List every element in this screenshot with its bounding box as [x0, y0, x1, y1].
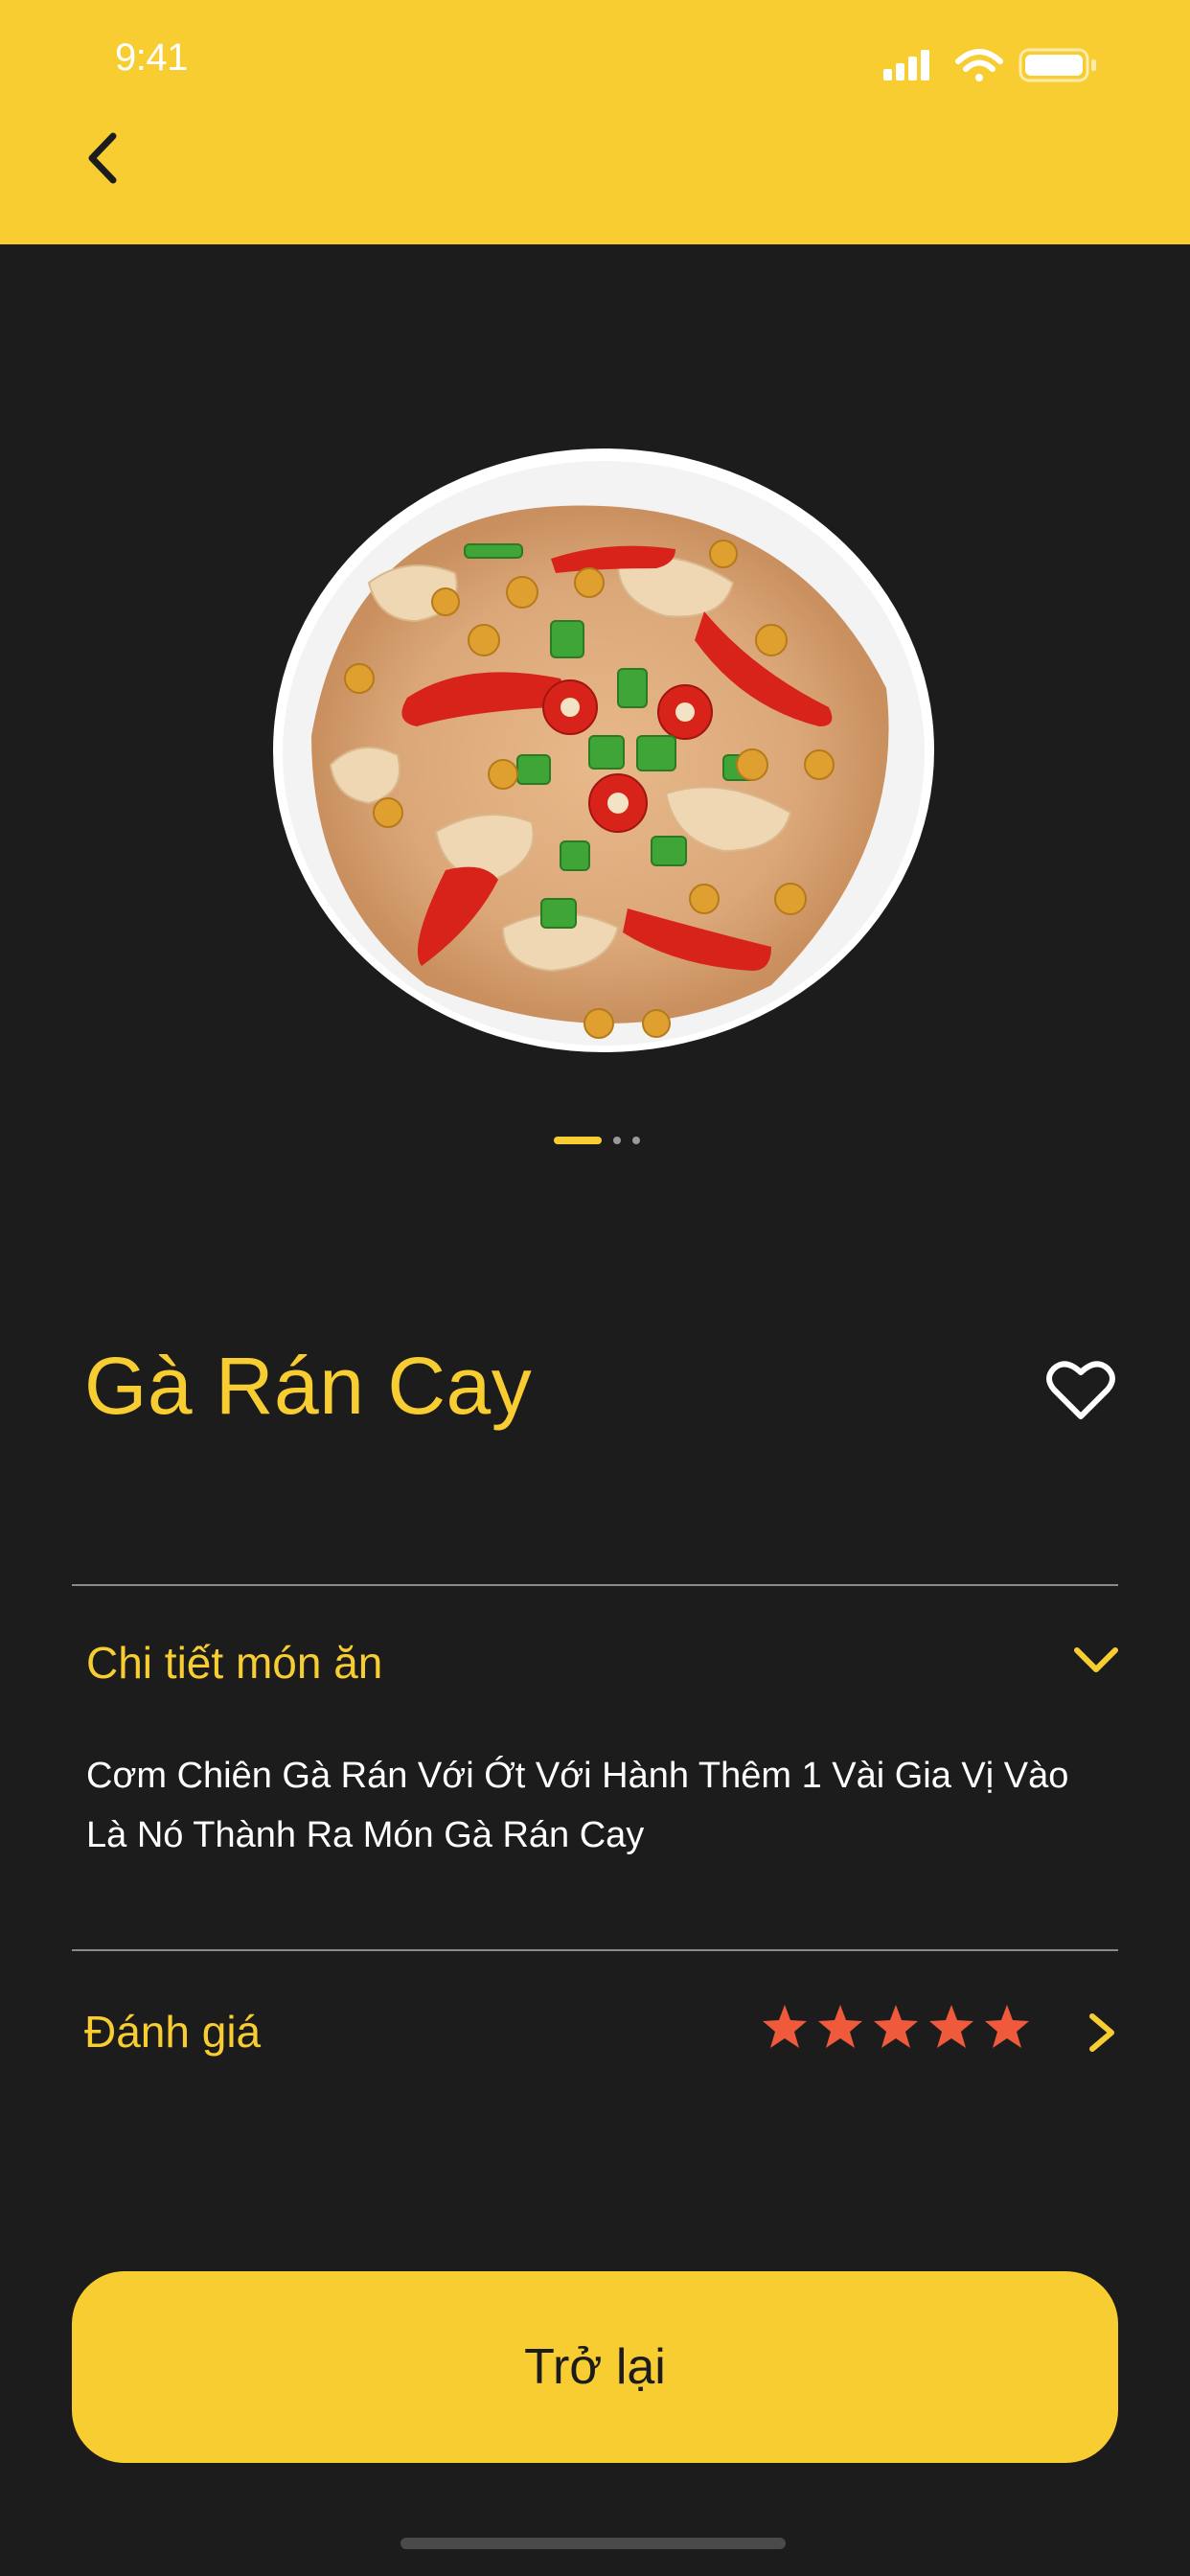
- battery-icon: [1018, 48, 1096, 82]
- pager-dot[interactable]: [632, 1137, 640, 1144]
- home-indicator: [400, 2538, 786, 2549]
- wifi-icon: [955, 49, 1003, 81]
- star-icon: [929, 2005, 973, 2048]
- chevron-down-icon[interactable]: [1071, 1641, 1121, 1679]
- heart-outline-icon[interactable]: [1046, 1359, 1115, 1422]
- rating-stars[interactable]: [762, 2003, 1040, 2053]
- dish-photo: [273, 448, 934, 1052]
- back-chevron-icon[interactable]: [79, 126, 132, 190]
- star-icon: [985, 2005, 1029, 2048]
- divider: [72, 1584, 1118, 1586]
- chevron-right-icon[interactable]: [1085, 2011, 1119, 2055]
- divider: [72, 1949, 1118, 1951]
- details-label[interactable]: Chi tiết món ăn: [86, 1639, 382, 1688]
- rating-label[interactable]: Đánh giá: [84, 2008, 261, 2057]
- image-pager[interactable]: [554, 1134, 650, 1147]
- header-bar: 9:41: [0, 0, 1190, 244]
- status-icons: [883, 48, 1096, 82]
- dish-title: Gà Rán Cay: [84, 1341, 533, 1431]
- dish-description: Cơm Chiên Gà Rán Với Ớt Với Hành Thêm 1 …: [86, 1756, 1069, 1855]
- signal-icon: [883, 50, 929, 80]
- star-icon: [763, 2005, 807, 2048]
- dish-detail-screen: 9:41 Gà Rán Cay Chi tiết món ăn Cơm Chiê…: [0, 0, 1190, 2576]
- pager-dot-active[interactable]: [554, 1137, 602, 1144]
- star-icon: [818, 2005, 862, 2048]
- back-button[interactable]: Trở lại: [72, 2271, 1118, 2463]
- status-time: 9:41: [115, 36, 188, 79]
- pager-dot[interactable]: [613, 1137, 621, 1144]
- star-icon: [874, 2005, 918, 2048]
